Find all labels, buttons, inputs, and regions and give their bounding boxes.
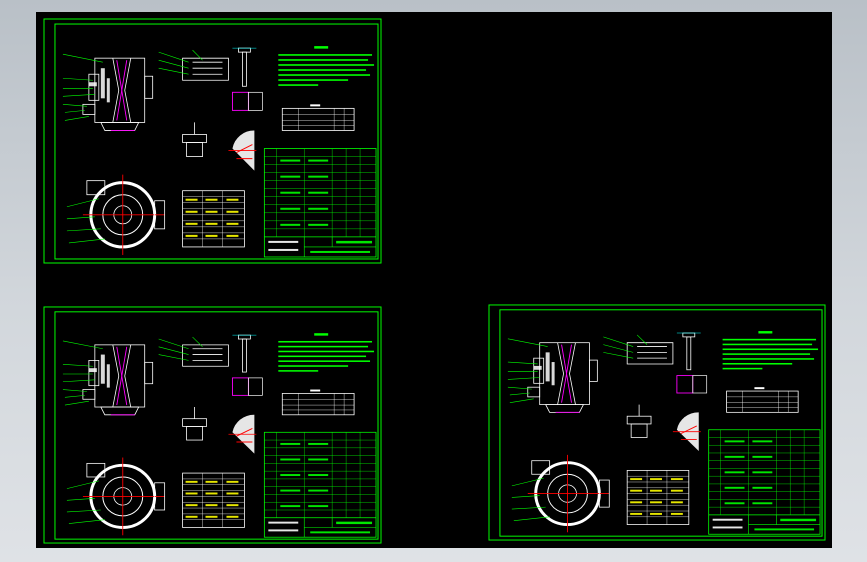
- drawing-sheet-3-canvas: [488, 304, 826, 541]
- drawing-sheet-1[interactable]: [43, 18, 382, 264]
- drawing-sheet-2[interactable]: [43, 306, 382, 544]
- cad-viewport[interactable]: [36, 12, 832, 548]
- drawing-sheet-1-canvas: [43, 18, 382, 264]
- drawing-sheet-2-canvas: [43, 306, 382, 544]
- drawing-sheet-3[interactable]: [488, 304, 826, 541]
